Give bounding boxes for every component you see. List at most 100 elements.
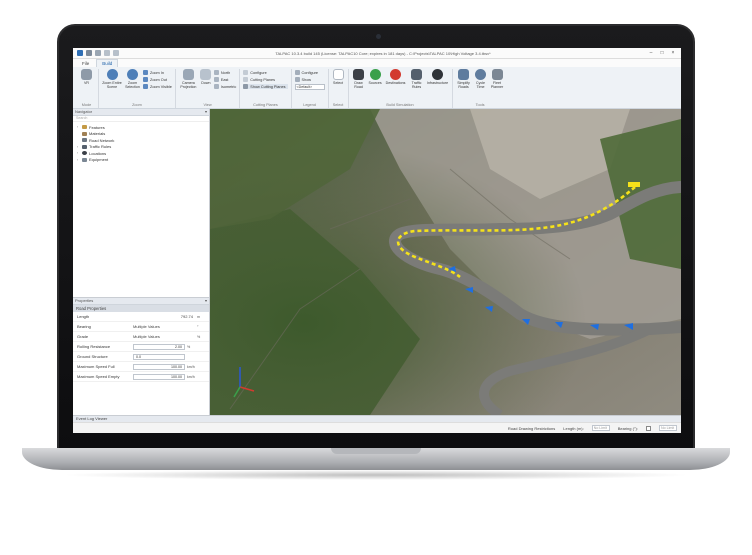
tab-file[interactable]: File xyxy=(77,60,94,67)
property-value: Multiple Values xyxy=(133,324,160,329)
isometric-button[interactable]: Isometric xyxy=(213,84,236,89)
show-cutting-planes-button[interactable]: Show Cutting Planes xyxy=(243,84,288,89)
property-unit: km/h xyxy=(187,374,195,379)
camera-projection-button[interactable]: Camera Projection xyxy=(179,69,198,89)
down-label: Down xyxy=(201,81,211,85)
materials-icon xyxy=(82,131,87,136)
max-speed-full-input[interactable]: 100.00 xyxy=(133,363,185,370)
property-unit: ° xyxy=(197,324,199,329)
undo-icon[interactable] xyxy=(104,50,110,56)
cutting-configure-button[interactable]: Configure xyxy=(243,70,287,75)
group-label-legend: Legend xyxy=(303,103,316,107)
select-button[interactable]: Select xyxy=(332,69,345,85)
property-bearing: Bearing Multiple Values ° xyxy=(73,322,209,332)
rolling-resistance-input[interactable]: 2.00 xyxy=(133,343,185,350)
save-icon[interactable] xyxy=(86,50,92,56)
ribbon-group-tools: Simplify Roads Cycle Time Fleet Planner … xyxy=(453,69,508,108)
bearing-limit-checkbox[interactable] xyxy=(646,425,651,431)
traffic-rules-icon xyxy=(82,144,87,149)
zoom-visible-button[interactable]: Zoom Visible xyxy=(143,84,172,89)
expand-icon[interactable]: › xyxy=(77,151,80,155)
legend-show-label: Show xyxy=(301,77,312,82)
tree-item-label: Locations xyxy=(89,150,107,156)
select-label: Select xyxy=(333,81,344,85)
legend-show-button[interactable]: Show xyxy=(294,77,325,82)
cutting-planes-label: Cutting Planes xyxy=(250,77,275,82)
plane-icon xyxy=(243,77,249,82)
features-icon xyxy=(82,125,87,130)
left-pane: Navigator ▾ Search › Features Materials R… xyxy=(73,109,210,415)
zoom-in-button[interactable]: Zoom In xyxy=(143,70,172,75)
minimize-icon[interactable]: – xyxy=(647,49,655,57)
cycle-time-label: Cycle Time xyxy=(476,81,486,89)
bearing-limit-input[interactable]: No Limit xyxy=(659,425,677,431)
fleet-planner-label: Fleet Planner xyxy=(490,81,504,89)
property-unit: m xyxy=(197,314,200,319)
tree-item-label: Materials xyxy=(89,131,106,137)
zoom-entire-scene-button[interactable]: Zoom Entire Scene xyxy=(102,69,122,89)
cycle-time-button[interactable]: Cycle Time xyxy=(474,69,488,89)
camera-icon xyxy=(182,69,194,80)
terrain-scene[interactable] xyxy=(210,109,681,415)
source-pin-icon xyxy=(369,69,381,80)
infrastructure-button[interactable]: Infrastructure xyxy=(427,69,449,85)
draw-road-button[interactable]: Draw Road xyxy=(352,69,366,89)
cutting-configure-label: Configure xyxy=(250,70,267,75)
down-button[interactable]: Down xyxy=(200,69,212,85)
tab-build[interactable]: Build xyxy=(96,59,119,67)
ground-structure-select[interactable]: 0.0 xyxy=(133,353,185,360)
laptop-base xyxy=(22,448,730,470)
ribbon-tabs: File Build xyxy=(73,59,681,67)
tree-item-label: Equipment xyxy=(89,157,109,163)
zoom-selection-button[interactable]: Zoom Selection xyxy=(124,69,141,89)
cursor-arrow-icon xyxy=(332,69,344,80)
property-max-speed-empty: Maximum Speed Empty 100.00 km/h xyxy=(73,372,209,382)
east-label: East xyxy=(220,77,229,82)
length-limit-input[interactable]: No Limit xyxy=(591,425,610,431)
sources-button[interactable]: Sources xyxy=(368,69,383,85)
pin-icon[interactable]: ▾ xyxy=(205,109,207,115)
cube-north-icon xyxy=(213,70,219,75)
destinations-label: Destinations xyxy=(385,81,406,85)
expand-icon[interactable]: › xyxy=(77,125,80,129)
location-pin-icon xyxy=(82,151,87,156)
properties-pin-icon[interactable]: ▾ xyxy=(205,298,207,304)
legend-configure-button[interactable]: Configure xyxy=(294,70,325,75)
zoom-selection-label: Zoom Selection xyxy=(125,81,140,89)
legend-select[interactable]: <Default> xyxy=(294,84,325,90)
event-log-viewer[interactable]: Event Log Viewer xyxy=(73,415,681,422)
north-button[interactable]: North xyxy=(213,70,236,75)
segment-endpoint-marker[interactable] xyxy=(628,182,640,187)
bearing-limit-label: Bearing (°): xyxy=(617,425,638,431)
cube-east-icon xyxy=(213,77,219,82)
fleet-planner-button[interactable]: Fleet Planner xyxy=(490,69,505,89)
simplify-roads-button[interactable]: Simplify Roads xyxy=(456,69,472,89)
view-small-buttons: North East Isometric xyxy=(213,69,236,89)
workspace: Navigator ▾ Search › Features Materials R… xyxy=(73,109,681,415)
road-network-icon xyxy=(82,138,87,143)
close-icon[interactable]: × xyxy=(669,49,677,57)
group-label-view: View xyxy=(203,103,212,107)
infrastructure-icon xyxy=(432,69,444,80)
show-planes-icon xyxy=(243,84,249,89)
open-icon[interactable] xyxy=(95,50,101,56)
3d-viewport[interactable] xyxy=(210,109,681,415)
east-button[interactable]: East xyxy=(213,77,236,82)
zoom-out-button[interactable]: Zoom Out xyxy=(143,77,172,82)
tree-item-label: Traffic Rules xyxy=(89,144,112,150)
cutting-planes-button[interactable]: Cutting Planes xyxy=(243,77,287,82)
properties-panel: Properties ▾ Road Properties Length 792.… xyxy=(73,297,209,415)
vr-headset-icon xyxy=(81,69,92,80)
destinations-button[interactable]: Destinations xyxy=(385,69,407,85)
ribbon-group-select: Select Select xyxy=(329,69,349,108)
expand-icon[interactable]: › xyxy=(77,158,80,162)
vr-button[interactable]: VR xyxy=(78,69,95,85)
infrastructure-label: Infrastructure xyxy=(426,81,449,85)
tree-item-equipment[interactable]: › Equipment xyxy=(77,157,209,164)
redo-icon[interactable] xyxy=(113,50,119,56)
max-speed-empty-input[interactable]: 100.00 xyxy=(133,373,185,380)
expand-icon[interactable]: › xyxy=(77,145,80,149)
maximize-icon[interactable]: □ xyxy=(658,49,666,57)
traffic-rules-button[interactable]: Traffic Rules xyxy=(409,69,425,89)
road-drawing-restrictions-label: Road Drawing Restrictions xyxy=(507,425,556,431)
